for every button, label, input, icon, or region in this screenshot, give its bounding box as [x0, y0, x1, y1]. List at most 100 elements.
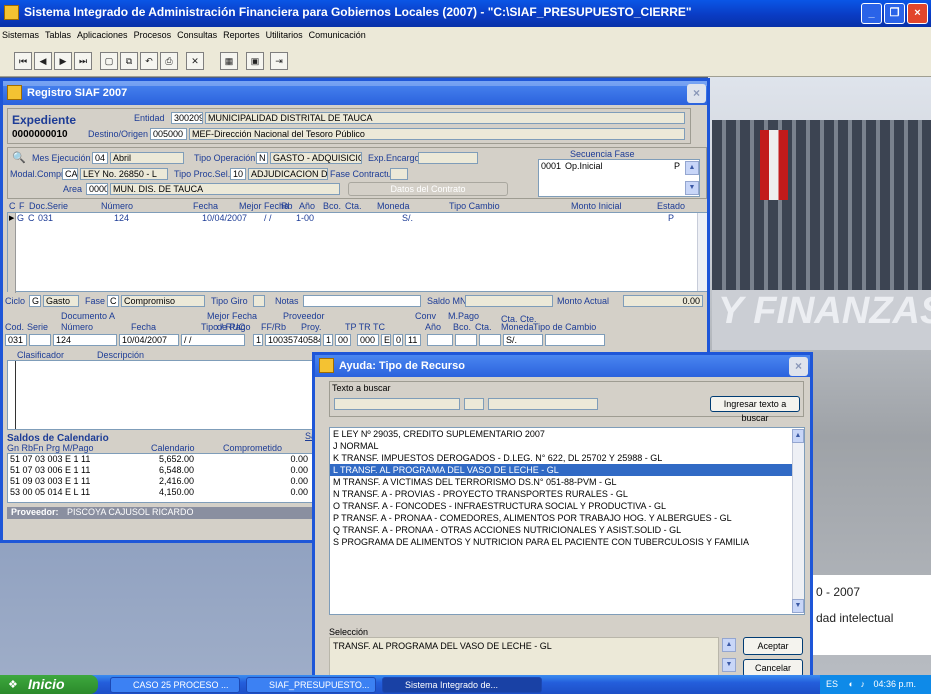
seleccion-up-icon[interactable]: ▲	[722, 638, 736, 652]
saldos-grid[interactable]: 51 07 03 003 E 1 11 5,652.00 0.00 51 07 03 …	[7, 453, 313, 503]
ayuda-close-icon[interactable]: ×	[789, 357, 808, 376]
undo-icon[interactable]: ↶	[140, 52, 158, 70]
doc-header-2: Número	[61, 322, 94, 332]
secuencia-scroll-up-icon[interactable]: ▲	[685, 161, 699, 175]
list-scroll-down-icon[interactable]: ▼	[792, 599, 804, 613]
list-item[interactable]: P TRANSF. A - PRONAA - COMEDORES, ALIMEN…	[330, 512, 804, 524]
doc-tipo-field[interactable]: 1	[253, 334, 263, 346]
fase-code-field[interactable]: C	[107, 295, 119, 307]
restore-icon[interactable]: ❐	[884, 3, 905, 24]
task-siaf-presupuesto[interactable]: SIAF_PRESUPUESTO...	[246, 677, 376, 693]
prev-record-icon[interactable]: ◀	[34, 52, 52, 70]
exit-icon[interactable]: ⇥	[270, 52, 288, 70]
grid-header-1: F	[19, 201, 25, 211]
delete-icon[interactable]: ✕	[186, 52, 204, 70]
doc-tc-field[interactable]: 11	[405, 334, 421, 346]
task-caso25[interactable]: CASO 25 PROCESO ...	[110, 677, 240, 693]
doc-tp-field[interactable]: E	[381, 334, 391, 346]
list-item[interactable]: S PROGRAMA DE ALIMENTOS Y NUTRICION PARA…	[330, 536, 804, 548]
tipo-proc-code-field[interactable]: 10	[230, 168, 246, 180]
menu-item-comunicacin[interactable]: Comunicación	[309, 30, 366, 40]
datos-contrato-button[interactable]: Datos del Contrato	[348, 182, 508, 196]
list-item[interactable]: K TRANSF. IMPUESTOS DEROGADOS - D.LEG. N…	[330, 452, 804, 464]
list-item[interactable]: L TRANSF. AL PROGRAMA DEL VASO DE LECHE …	[330, 464, 804, 476]
print-icon[interactable]: ⎙	[160, 52, 178, 70]
list-item[interactable]: O TRANSF. A - FONCODES - INFRAESTRUCTURA…	[330, 500, 804, 512]
table-row[interactable]: 51 09 03 003 E 1 11 2,416.00 0.00	[8, 476, 312, 487]
registro-close-icon[interactable]: ×	[687, 84, 706, 103]
doc-cta-field[interactable]	[479, 334, 501, 346]
fase-contractual-field[interactable]	[390, 168, 408, 180]
doc-anio-field[interactable]	[427, 334, 453, 346]
list-item[interactable]: N TRANSF. A - PROVIAS - PROYECTO TRANSPO…	[330, 488, 804, 500]
calculator-icon[interactable]: ▦	[220, 52, 238, 70]
minimize-icon[interactable]: _	[861, 3, 882, 24]
search-input-3[interactable]	[488, 398, 598, 410]
entidad-code-field[interactable]: 300209	[171, 112, 203, 124]
seleccion-down-icon[interactable]: ▼	[722, 658, 736, 672]
doc-cod-field[interactable]: 031	[5, 334, 27, 346]
last-record-icon[interactable]: ⏭	[74, 52, 92, 70]
seleccion-field[interactable]: TRANSF. AL PROGRAMA DEL VASO DE LECHE - …	[329, 637, 719, 677]
tipo-giro-field[interactable]	[253, 295, 265, 307]
table-row[interactable]: 53 00 05 014 E L 11 4,150.00 0.00	[8, 487, 312, 498]
tray-volume-icon[interactable]: ♪	[860, 679, 865, 689]
close-icon[interactable]: ×	[907, 3, 928, 24]
table-row[interactable]: G C 031 124 10/04/2007 / / 1-00 S/. P	[16, 213, 697, 225]
tray-network-icon[interactable]: ◐	[849, 679, 854, 689]
binoculars-icon[interactable]: 🔍	[12, 151, 26, 164]
doc-depago-field[interactable]: / /	[181, 334, 245, 346]
doc-proy-field[interactable]: 000	[357, 334, 379, 346]
list-scroll-up-icon[interactable]: ▲	[792, 429, 804, 443]
doc-numero-field[interactable]: 124	[53, 334, 117, 346]
secuencia-list[interactable]: 0001 Op.Inicial P ▲ ▼	[538, 159, 700, 197]
copy-icon[interactable]: ⧉	[120, 52, 138, 70]
document-grid-scrollbar[interactable]	[697, 213, 707, 291]
table-row[interactable]: 51 07 03 006 E 1 11 6,548.00 0.00	[8, 465, 312, 476]
menu-item-reportes[interactable]: Reportes	[223, 30, 260, 40]
doc-tipo-cambio-field[interactable]	[545, 334, 605, 346]
area-code-field[interactable]: 0000	[86, 183, 108, 195]
secuencia-scroll-down-icon[interactable]: ▼	[685, 181, 699, 195]
ciclo-code-field[interactable]: G	[29, 295, 41, 307]
clasificador-grid[interactable]	[7, 360, 313, 430]
save-icon[interactable]: ▣	[246, 52, 264, 70]
menu-item-aplicaciones[interactable]: Aplicaciones	[77, 30, 128, 40]
notas-field[interactable]	[303, 295, 421, 307]
menu-item-utilitarios[interactable]: Utilitarios	[266, 30, 303, 40]
menu-item-sistemas[interactable]: Sistemas	[2, 30, 39, 40]
doc-serie-field[interactable]	[29, 334, 51, 346]
table-row[interactable]: 51 07 03 003 E 1 11 5,652.00 0.00	[8, 454, 312, 465]
search-input-2[interactable]	[464, 398, 484, 410]
language-indicator[interactable]: ES	[826, 679, 838, 689]
doc-tr-field[interactable]: 0	[393, 334, 403, 346]
document-grid[interactable]: ▶ G C 031 124 10/04/2007 / / 1-00 S/. P	[7, 212, 707, 293]
doc-moneda-field[interactable]: S/.	[503, 334, 543, 346]
menu-item-consultas[interactable]: Consultas	[177, 30, 217, 40]
mes-code-field[interactable]: 04	[92, 152, 108, 164]
menu-item-tablas[interactable]: Tablas	[45, 30, 71, 40]
doc-ff-field[interactable]: 1	[323, 334, 333, 346]
aceptar-button[interactable]: Aceptar	[743, 637, 803, 655]
list-item[interactable]: Q TRANSF. A - PRONAA - OTRAS ACCIONES NU…	[330, 524, 804, 536]
new-doc-icon[interactable]: ▢	[100, 52, 118, 70]
list-item[interactable]: E LEY Nº 29035, CREDITO SUPLEMENTARIO 20…	[330, 428, 804, 440]
recurso-list-scrollbar[interactable]: ▲ ▼	[792, 429, 804, 613]
search-input-1[interactable]	[334, 398, 460, 410]
destino-code-field[interactable]: 005000	[150, 128, 187, 140]
recurso-list[interactable]: E LEY Nº 29035, CREDITO SUPLEMENTARIO 20…	[329, 427, 805, 615]
task-sistema-integrado[interactable]: Sistema Integrado de...	[382, 677, 542, 693]
first-record-icon[interactable]: ⏮	[14, 52, 32, 70]
list-item[interactable]: M TRANSF. A VICTIMAS DEL TERRORISMO DS.N…	[330, 476, 804, 488]
doc-ruc-field[interactable]: 10035740584	[265, 334, 321, 346]
doc-fecha-field[interactable]: 10/04/2007	[119, 334, 179, 346]
doc-bco-field[interactable]	[455, 334, 477, 346]
ingresar-button[interactable]: Ingresar texto a buscar	[710, 396, 800, 423]
tipo-op-code-field[interactable]: N	[256, 152, 268, 164]
next-record-icon[interactable]: ▶	[54, 52, 72, 70]
exp-encargo-field[interactable]	[418, 152, 478, 164]
doc-rb-field[interactable]: 00	[335, 334, 351, 346]
list-item[interactable]: J NORMAL	[330, 440, 804, 452]
menu-item-procesos[interactable]: Procesos	[134, 30, 172, 40]
modal-code-field[interactable]: CA	[62, 168, 78, 180]
